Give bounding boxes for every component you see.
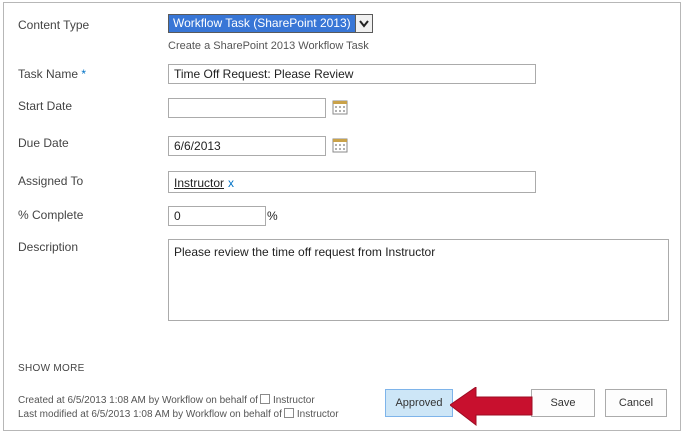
description-textarea[interactable]: Please review the time off request from …	[168, 239, 669, 321]
calendar-icon[interactable]	[332, 137, 348, 153]
annotation-arrow-icon	[450, 387, 533, 427]
chevron-down-icon[interactable]	[354, 15, 372, 32]
start-date-label: Start Date	[18, 99, 73, 113]
task-name-label-text: Task Name	[18, 67, 79, 81]
assigned-person[interactable]: Instructor	[174, 176, 224, 190]
content-type-selected: Workflow Task (SharePoint 2013)	[169, 15, 355, 32]
content-type-label: Content Type	[18, 18, 90, 32]
modified-user: Instructor	[296, 409, 339, 420]
percent-complete-input[interactable]: 0	[168, 206, 266, 226]
created-user: Instructor	[272, 395, 315, 406]
remove-person-icon[interactable]: x	[228, 176, 234, 190]
save-button[interactable]: Save	[531, 389, 595, 417]
approved-button[interactable]: Approved	[385, 389, 453, 417]
calendar-icon[interactable]	[332, 99, 348, 115]
modified-info: Last modified at 6/5/2013 1:08 AM by Wor…	[18, 408, 339, 420]
percent-unit: %	[267, 209, 278, 223]
due-date-input[interactable]: 6/6/2013	[168, 136, 326, 156]
start-date-input[interactable]	[168, 98, 326, 118]
percent-complete-label: % Complete	[18, 208, 84, 222]
cancel-button[interactable]: Cancel	[605, 389, 667, 417]
due-date-label: Due Date	[18, 136, 69, 150]
content-type-hint: Create a SharePoint 2013 Workflow Task	[168, 40, 369, 52]
description-label: Description	[18, 240, 79, 254]
task-name-label: Task Name *	[18, 67, 86, 81]
content-type-select[interactable]: Workflow Task (SharePoint 2013)	[168, 14, 373, 33]
show-more-link[interactable]: SHOW MORE	[18, 363, 85, 374]
assigned-to-label: Assigned To	[18, 174, 84, 188]
created-text: Created at 6/5/2013 1:08 AM by Workflow …	[18, 395, 258, 406]
presence-checkbox-icon	[283, 408, 294, 418]
created-info: Created at 6/5/2013 1:08 AM by Workflow …	[18, 394, 315, 406]
presence-checkbox-icon	[259, 394, 270, 404]
assigned-to-picker[interactable]: Instructor x	[168, 171, 536, 193]
task-name-input[interactable]: Time Off Request: Please Review	[168, 64, 536, 84]
required-marker: *	[81, 67, 87, 81]
modified-text: Last modified at 6/5/2013 1:08 AM by Wor…	[18, 409, 282, 420]
task-form: Content Type Workflow Task (SharePoint 2…	[3, 2, 681, 431]
